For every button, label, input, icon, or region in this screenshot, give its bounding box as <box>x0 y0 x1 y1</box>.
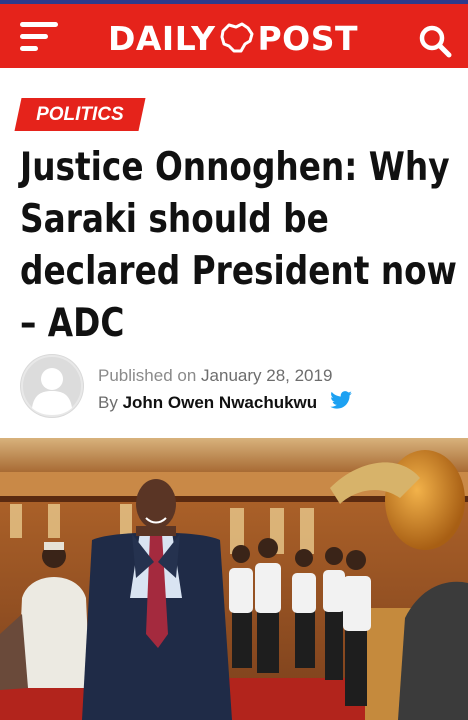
search-icon[interactable] <box>418 24 452 58</box>
published-label: Published on <box>98 366 197 385</box>
article-title-line: declared President now <box>20 249 457 294</box>
menu-icon[interactable] <box>20 22 60 52</box>
senate-chamber-photo <box>0 438 468 720</box>
article-photo <box>0 438 468 720</box>
logo-text-post: POST <box>257 18 359 58</box>
byline: By John Owen Nwachukwu <box>98 393 317 413</box>
author-name[interactable]: John Owen Nwachukwu <box>123 393 318 412</box>
article-title-line: – ADC <box>20 301 125 346</box>
publish-info: Published on January 28, 2019 <box>98 366 332 386</box>
category-label: POLITICS <box>36 104 124 125</box>
category-badge[interactable]: POLITICS <box>14 98 146 131</box>
nigeria-map-icon <box>220 22 253 53</box>
twitter-icon[interactable] <box>330 391 352 409</box>
publish-date: January 28, 2019 <box>201 366 333 385</box>
author-avatar <box>20 354 84 418</box>
article-title: Justice Onnoghen: Why Saraki should be d… <box>20 142 457 350</box>
site-logo[interactable]: DAILY POST <box>108 18 358 58</box>
logo-text-daily: DAILY <box>108 18 216 58</box>
by-label: By <box>98 393 118 412</box>
site-header: DAILY POST <box>0 4 468 68</box>
avatar-placeholder-icon <box>21 355 83 417</box>
article-title-line: Justice Onnoghen: Why <box>20 145 450 190</box>
article-title-line: Saraki should be <box>20 197 329 242</box>
